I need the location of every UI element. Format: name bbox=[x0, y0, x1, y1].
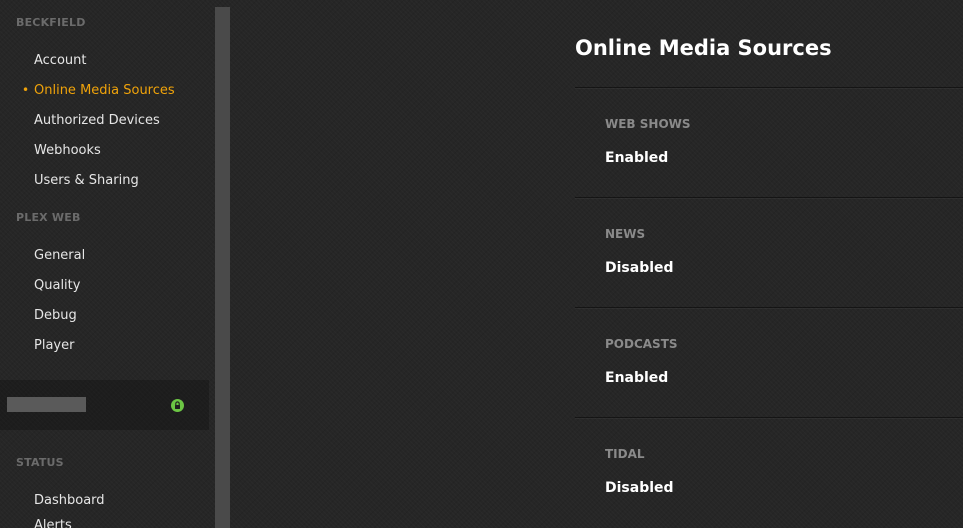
divider bbox=[575, 87, 963, 88]
source-label-podcasts: PODCASTS bbox=[605, 337, 678, 351]
lock-icon bbox=[171, 399, 184, 412]
sidebar-item-general[interactable]: General bbox=[34, 248, 85, 263]
source-value-news[interactable]: Disabled bbox=[605, 260, 674, 276]
sidebar-item-dashboard[interactable]: Dashboard bbox=[34, 493, 105, 508]
source-value-web-shows[interactable]: Enabled bbox=[605, 150, 668, 166]
sidebar: BECKFIELD Account • Online Media Sources… bbox=[0, 0, 215, 528]
sidebar-item-account[interactable]: Account bbox=[34, 53, 87, 68]
main-content: Online Media Sources WEB SHOWS Enabled N… bbox=[575, 0, 963, 528]
sidebar-item-quality[interactable]: Quality bbox=[34, 278, 80, 293]
source-value-podcasts[interactable]: Enabled bbox=[605, 370, 668, 386]
divider bbox=[575, 417, 963, 418]
section-header-server: BECKFIELD bbox=[16, 16, 86, 29]
sidebar-scrollbar[interactable] bbox=[215, 7, 230, 528]
source-label-news: NEWS bbox=[605, 227, 646, 241]
active-bullet-icon: • bbox=[22, 83, 30, 97]
sidebar-item-online-media-sources[interactable]: Online Media Sources bbox=[34, 83, 175, 98]
source-label-tidal: TIDAL bbox=[605, 447, 645, 461]
divider bbox=[575, 307, 963, 308]
section-header-plex-web: PLEX WEB bbox=[16, 211, 81, 224]
server-name-redacted bbox=[7, 397, 86, 412]
sidebar-item-debug[interactable]: Debug bbox=[34, 308, 77, 323]
sidebar-item-alerts[interactable]: Alerts bbox=[34, 518, 72, 528]
source-value-tidal[interactable]: Disabled bbox=[605, 480, 674, 496]
server-selector[interactable] bbox=[0, 380, 209, 430]
sidebar-item-authorized-devices[interactable]: Authorized Devices bbox=[34, 113, 160, 128]
section-header-status: STATUS bbox=[16, 456, 64, 469]
divider bbox=[575, 197, 963, 198]
sidebar-item-player[interactable]: Player bbox=[34, 338, 74, 353]
sidebar-item-users-sharing[interactable]: Users & Sharing bbox=[34, 173, 139, 188]
source-label-web-shows: WEB SHOWS bbox=[605, 117, 691, 131]
page-title: Online Media Sources bbox=[575, 36, 832, 60]
sidebar-item-webhooks[interactable]: Webhooks bbox=[34, 143, 101, 158]
